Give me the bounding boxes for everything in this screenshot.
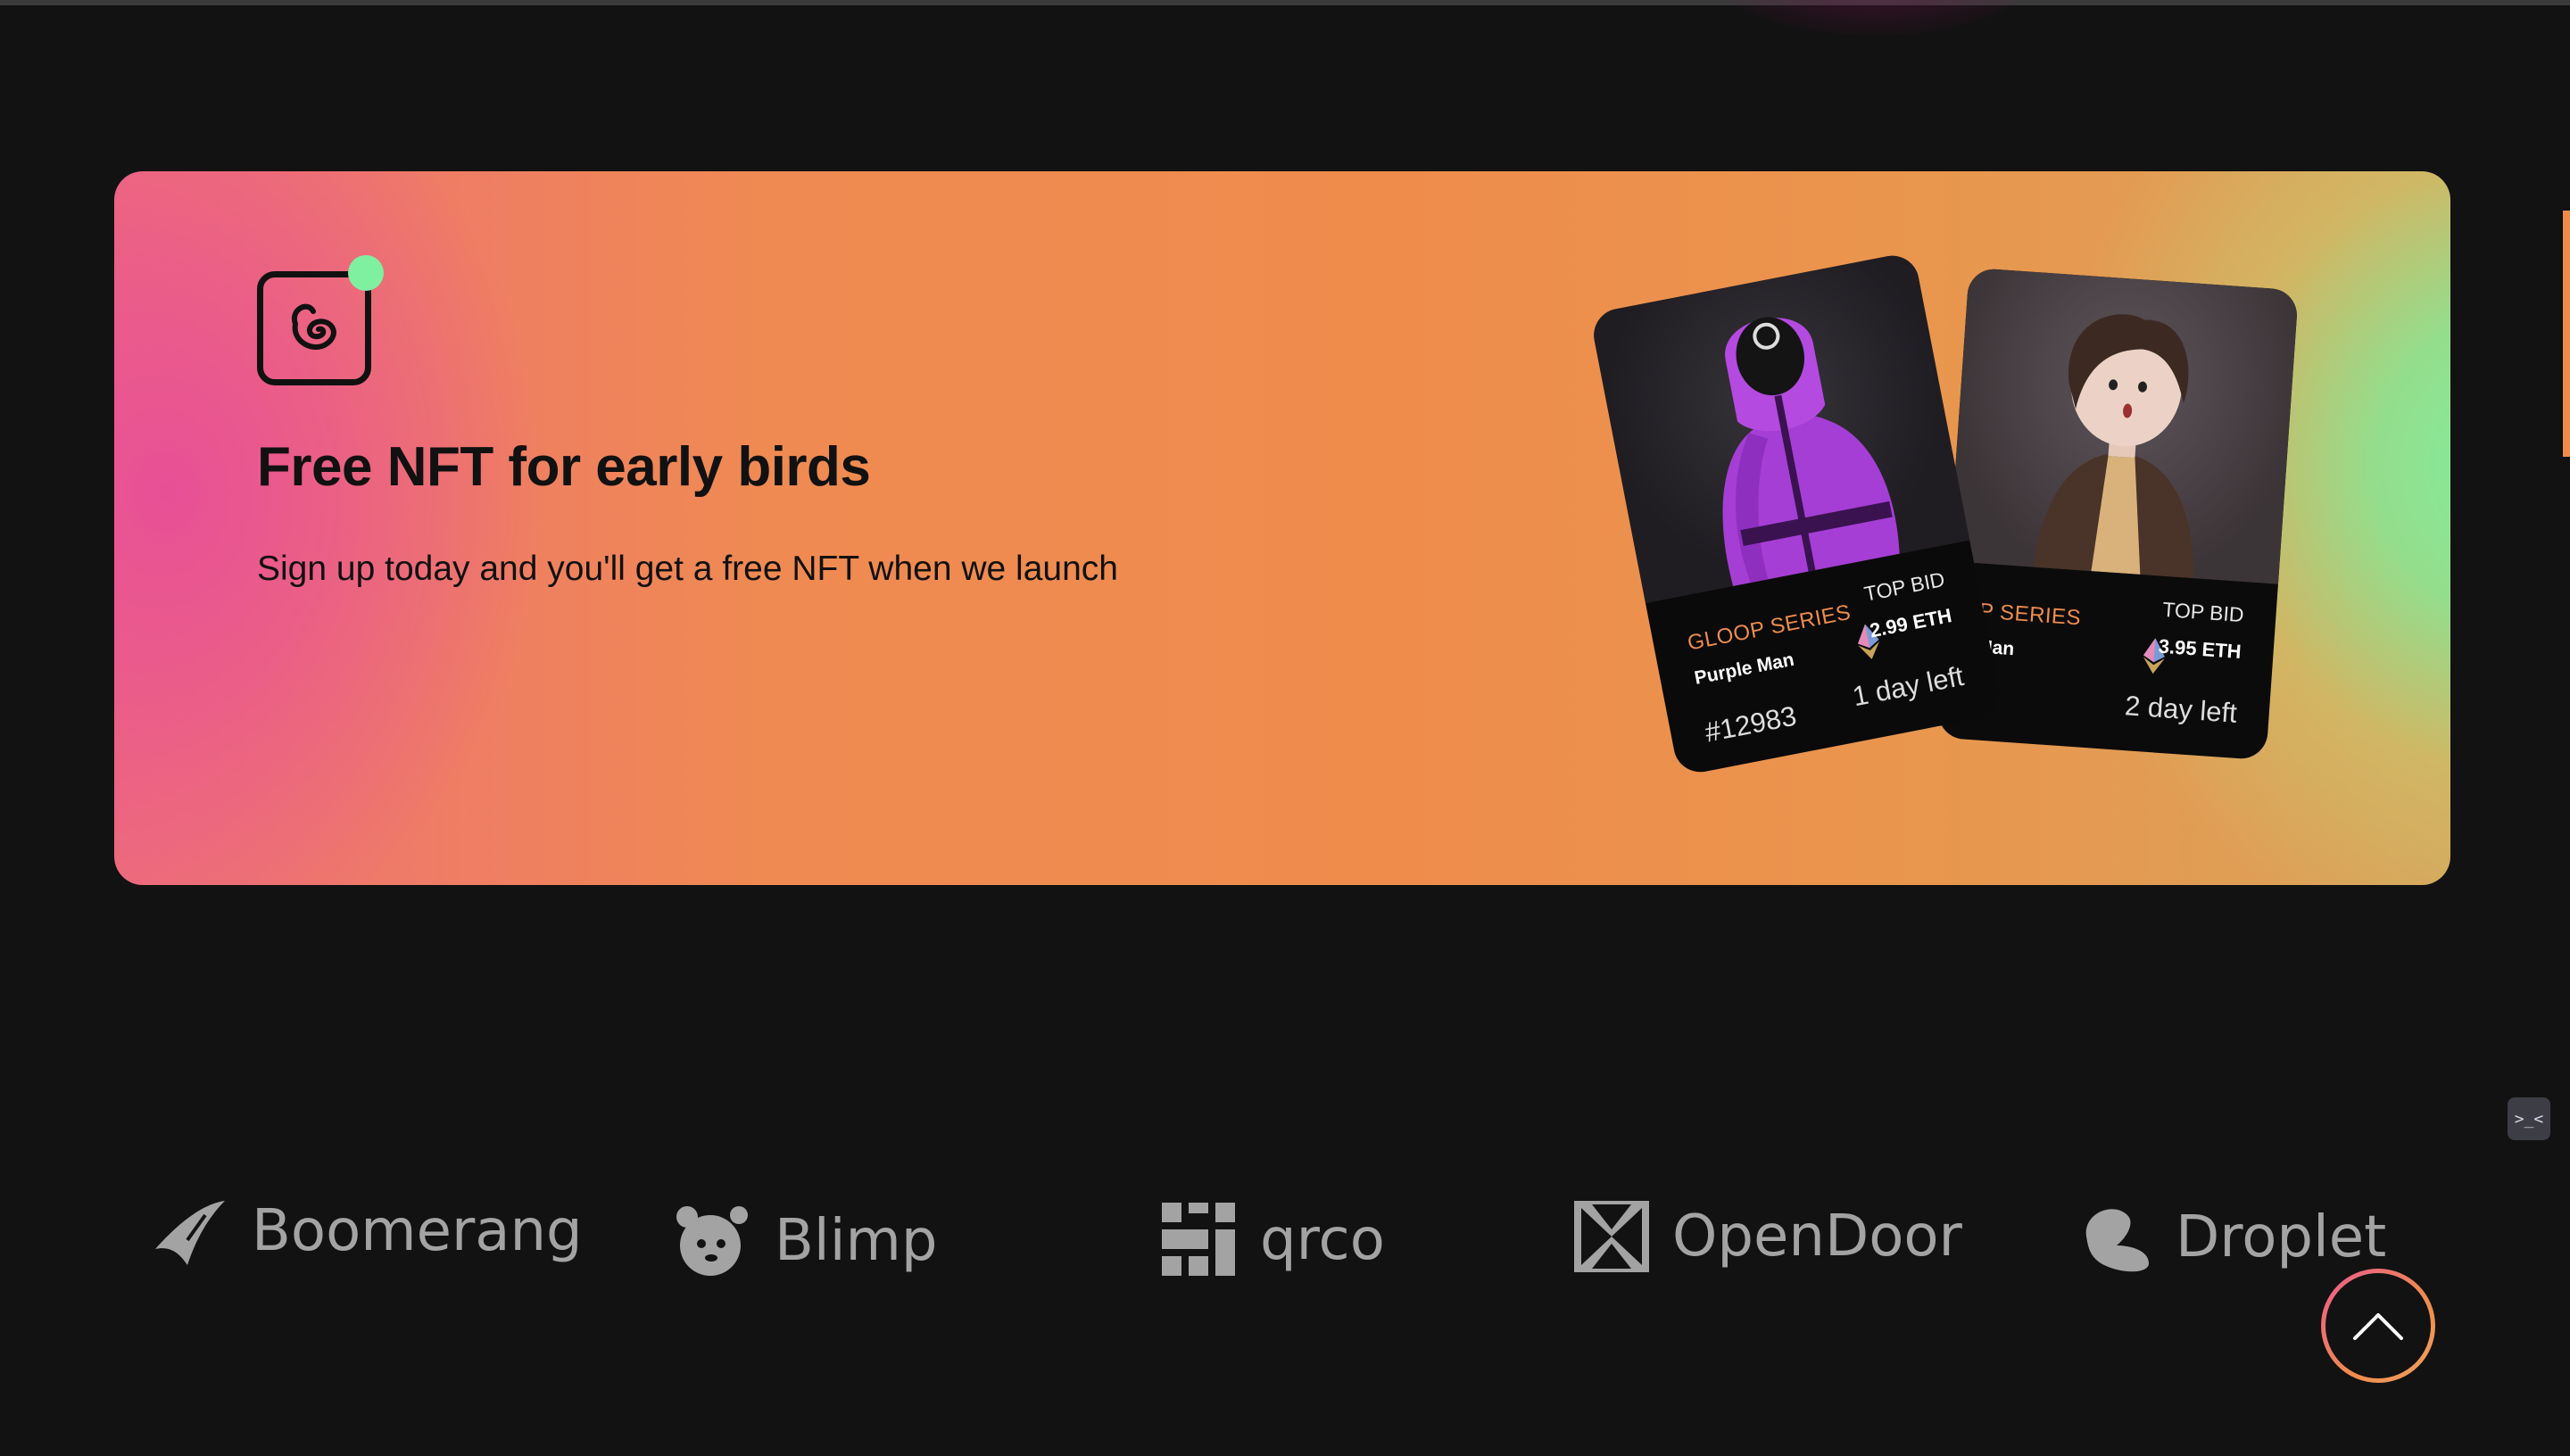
early-birds-banner: Free NFT for early birds Sign up today a…: [114, 171, 2450, 885]
series-label: P SERIES: [1978, 599, 2082, 631]
chevron-up-icon: [2353, 1313, 2403, 1340]
partner-name: Droplet: [2176, 1204, 2387, 1270]
top-bid-value: 2.99 ETH: [1868, 604, 1954, 642]
top-bid-label: TOP BID: [1861, 567, 1947, 606]
partner-name: OpenDoor: [1672, 1204, 1962, 1270]
blimp-logo-icon: [676, 1206, 748, 1276]
partner-name: Boomerang: [252, 1198, 583, 1264]
top-bid-label: TOP BID: [2161, 597, 2245, 627]
banner-subtitle: Sign up today and you'll get a free NFT …: [257, 550, 1118, 588]
partner-boomerang[interactable]: Boomerang: [153, 1195, 583, 1267]
window-top-border: [0, 0, 2570, 5]
token-id: #12983: [1702, 699, 1799, 749]
partner-logos: Boomerang Blimp qrco OpenDoor Droplet: [0, 1195, 2570, 1303]
nft-card-purple-man[interactable]: GLOOP SERIES Purple Man TOP BID 2.99 ETH…: [1589, 251, 2003, 777]
qrco-logo-icon: [1162, 1203, 1235, 1276]
dev-tools-button[interactable]: >_<: [2508, 1097, 2550, 1140]
droplet-logo-icon: [2085, 1209, 2149, 1272]
partner-droplet[interactable]: Droplet: [2077, 1201, 2386, 1274]
opendoor-logo-icon: [1574, 1201, 1649, 1272]
partner-name: Blimp: [775, 1208, 938, 1274]
banner-title: Free NFT for early birds: [257, 436, 871, 498]
nft-artwork: [1948, 267, 2299, 584]
series-label: GLOOP SERIES: [1685, 600, 1853, 656]
time-left: 1 day left: [1850, 659, 1967, 713]
side-scroll-indicator: [2563, 211, 2570, 457]
partner-opendoor[interactable]: OpenDoor: [1574, 1201, 1962, 1272]
partner-name: qrco: [1260, 1207, 1385, 1273]
top-bid-value: 3.95 ETH: [2157, 634, 2243, 664]
boomerang-logo-icon: [155, 1201, 225, 1265]
notification-dot: [348, 255, 384, 291]
scroll-to-top-button[interactable]: [2321, 1269, 2435, 1383]
partner-qrco[interactable]: qrco: [1162, 1203, 1385, 1278]
nft-name: Purple Man: [1692, 649, 1796, 689]
background-glow: [1695, 0, 2052, 36]
brand-logo-icon: [257, 271, 371, 385]
time-left: 2 day left: [2124, 690, 2238, 729]
partner-blimp[interactable]: Blimp: [675, 1203, 937, 1279]
